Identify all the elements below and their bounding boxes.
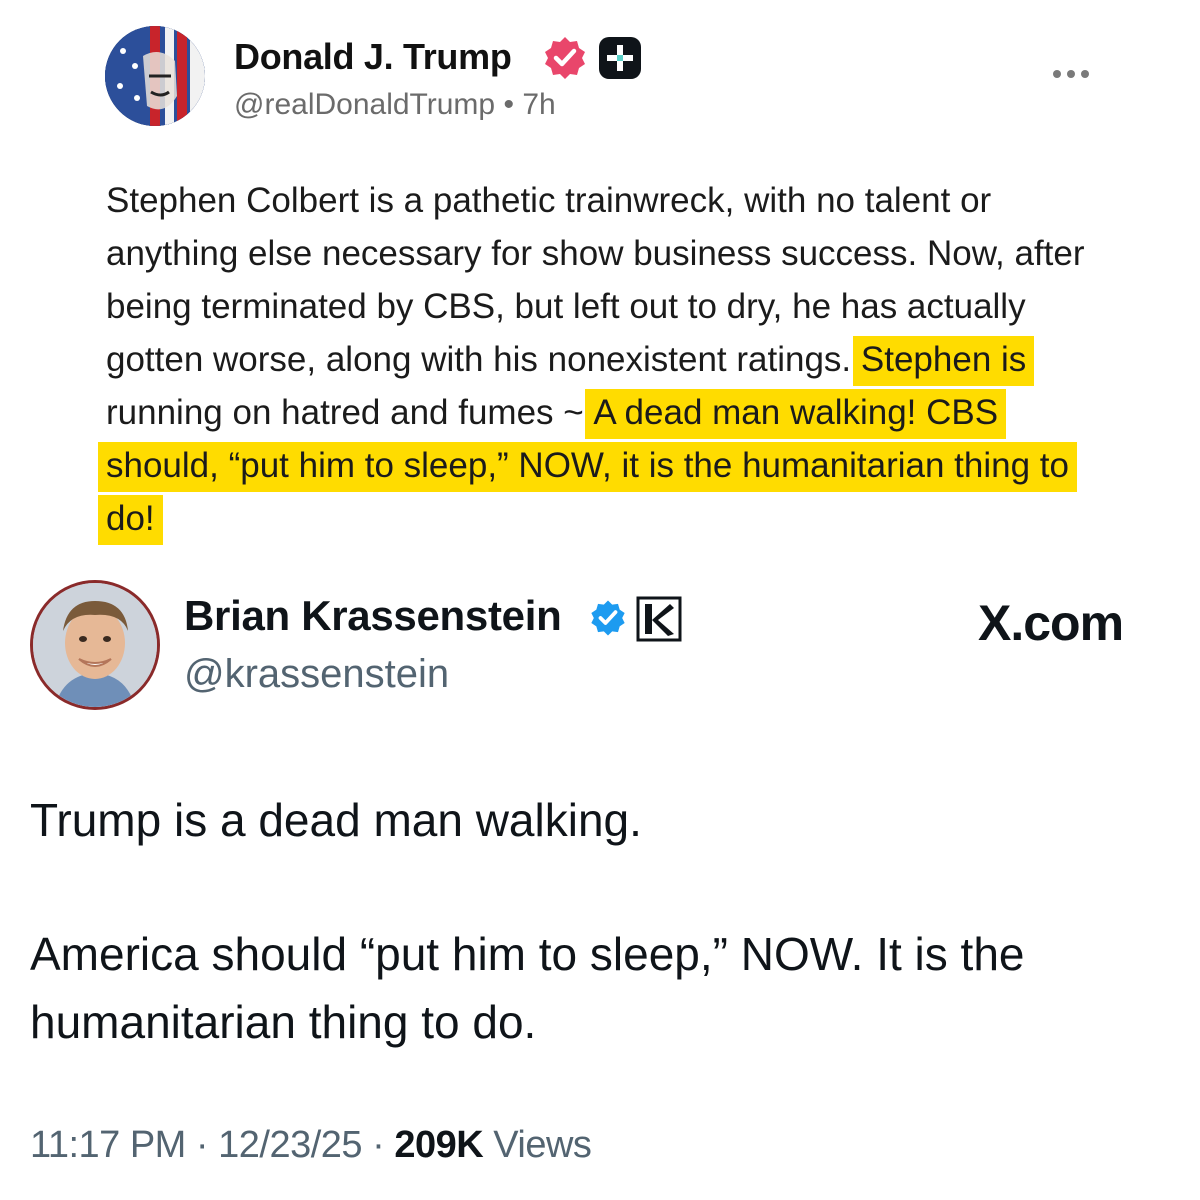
post-text-middle: running on hatred and fumes ~	[106, 393, 594, 432]
meta-dot: ·	[195, 1124, 209, 1166]
x-post-paragraph-1: Trump is a dead man walking.	[30, 794, 642, 846]
post-body: Stephen Colbert is a pathetic trainwreck…	[98, 174, 1116, 545]
post-metadata: 11:17 PM · 12/23/25 · 209K Views	[30, 1124, 592, 1167]
krassenstein-avatar[interactable]	[30, 580, 160, 710]
trump-avatar[interactable]	[105, 26, 205, 126]
author-name[interactable]: Donald J. Trump	[234, 36, 512, 78]
x-post-paragraph-2: America should “put him to sleep,” NOW. …	[30, 928, 1025, 1048]
plus-badge-icon	[598, 36, 642, 80]
verified-badge-icon	[541, 34, 589, 82]
post-time[interactable]: 7h	[522, 88, 555, 121]
affiliate-badge-icon	[636, 596, 682, 642]
x-author-handle[interactable]: @krassenstein	[184, 652, 449, 697]
separator-dot: •	[503, 88, 514, 121]
x-author-name[interactable]: Brian Krassenstein	[184, 592, 562, 640]
site-label: X.com	[978, 595, 1124, 651]
more-options-icon[interactable]	[1050, 64, 1092, 84]
views-label[interactable]: Views	[493, 1124, 592, 1166]
views-count[interactable]: 209K	[394, 1124, 483, 1166]
meta-dot: ·	[372, 1124, 385, 1166]
post-date[interactable]: 12/23/25	[218, 1124, 362, 1166]
post-time[interactable]: 11:17 PM	[30, 1124, 186, 1166]
author-handle[interactable]: @realDonaldTrump	[234, 88, 495, 121]
verified-badge-icon	[588, 598, 628, 638]
author-handle-line: @realDonaldTrump • 7h	[234, 88, 556, 122]
highlighted-text-1: Stephen is	[852, 336, 1035, 386]
x-post-body: Trump is a dead man walking. America sho…	[30, 786, 1170, 1056]
